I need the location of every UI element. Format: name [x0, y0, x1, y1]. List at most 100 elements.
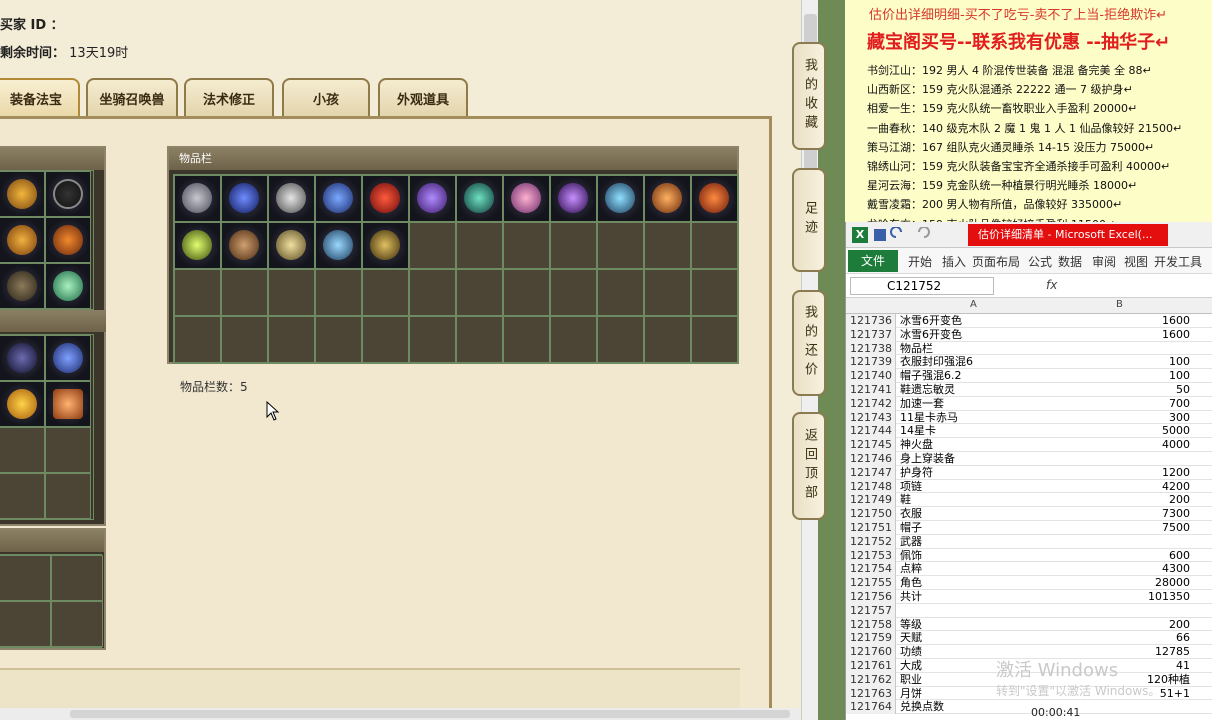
tab-mount-summon[interactable]: 坐骑召唤兽 [86, 78, 178, 116]
table-row[interactable]: 121756 共计 101350 [846, 589, 1212, 604]
table-row[interactable]: 121754 点粹 4300 [846, 562, 1212, 577]
table-row[interactable]: 121749 鞋 200 [846, 493, 1212, 508]
cell-a[interactable]: 14星卡 [900, 424, 1050, 438]
inventory-slot-empty[interactable] [362, 316, 409, 363]
cell-a[interactable]: 11星卡赤马 [900, 411, 1050, 425]
tab-child[interactable]: 小孩 [282, 78, 370, 116]
cell-b[interactable]: 5000 [1050, 424, 1190, 438]
inventory-slot-empty[interactable] [409, 269, 456, 316]
cell-a[interactable]: 项链 [900, 480, 1050, 494]
cell-b[interactable]: 1600 [1050, 328, 1190, 342]
cell-a[interactable]: 加速一套 [900, 397, 1050, 411]
cell-b[interactable]: 7300 [1050, 507, 1190, 521]
inventory-item[interactable] [315, 175, 362, 222]
cell-a[interactable]: 武器 [900, 535, 1050, 549]
slot-empty[interactable] [0, 601, 51, 647]
ribbon-tab-insert[interactable]: 插入 [942, 253, 966, 270]
cell-b[interactable]: 50 [1050, 383, 1190, 397]
inventory-slot-empty[interactable] [315, 269, 362, 316]
cell-b[interactable]: 100 [1050, 369, 1190, 383]
counter-offer-button[interactable]: 我的还价 [792, 290, 826, 396]
ribbon-tab-formula[interactable]: 公式 [1028, 253, 1052, 270]
slot-empty[interactable] [0, 427, 45, 473]
inventory-item[interactable] [597, 175, 644, 222]
table-row[interactable]: 121759 天赋 66 [846, 631, 1212, 646]
cell-b[interactable]: 101350 [1050, 590, 1190, 604]
cell-a[interactable]: 天赋 [900, 631, 1050, 645]
inventory-item[interactable] [221, 175, 268, 222]
inventory-item[interactable] [315, 222, 362, 269]
table-row[interactable]: 121746 身上穿装备 [846, 451, 1212, 466]
inventory-item[interactable] [550, 175, 597, 222]
table-row[interactable]: 121757 [846, 603, 1212, 618]
inventory-item[interactable] [174, 175, 221, 222]
cell-a[interactable]: 护身符 [900, 466, 1050, 480]
inventory-item[interactable] [691, 175, 738, 222]
cell-b[interactable]: 4200 [1050, 480, 1190, 494]
table-row[interactable]: 121736 冰雪6开变色 1600 [846, 314, 1212, 328]
cell-a[interactable]: 共计 [900, 590, 1050, 604]
table-row[interactable]: 121745 神火盘 4000 [846, 438, 1212, 452]
inventory-slot-empty[interactable] [503, 222, 550, 269]
table-row[interactable]: 121738 物品栏 [846, 341, 1212, 356]
table-row[interactable]: 121748 项链 4200 [846, 479, 1212, 494]
inventory-item[interactable] [644, 175, 691, 222]
inventory-slot-empty[interactable] [268, 316, 315, 363]
inventory-slot-empty[interactable] [597, 316, 644, 363]
inventory-slot-empty[interactable] [362, 269, 409, 316]
cell-a[interactable]: 点粹 [900, 562, 1050, 576]
ribbon-tab-developer[interactable]: 开发工具 [1154, 253, 1202, 270]
inventory-slot-empty[interactable] [644, 316, 691, 363]
table-row[interactable]: 121747 护身符 1200 [846, 465, 1212, 480]
cell-b[interactable]: 66 [1050, 631, 1190, 645]
cell-b[interactable]: 600 [1050, 549, 1190, 563]
inventory-slot-empty[interactable] [456, 269, 503, 316]
inventory-slot-empty[interactable] [174, 316, 221, 363]
column-a-header[interactable]: A [970, 299, 977, 310]
inventory-item[interactable] [362, 222, 409, 269]
file-tab[interactable]: 文件 [848, 250, 898, 272]
ribbon-tab-review[interactable]: 审阅 [1092, 253, 1116, 270]
cell-b[interactable]: 28000 [1050, 576, 1190, 590]
cell-a[interactable]: 衣服 [900, 507, 1050, 521]
footprint-button[interactable]: 足迹 [792, 168, 826, 272]
slot-ring[interactable] [0, 217, 45, 263]
cell-a[interactable]: 帽子 [900, 521, 1050, 535]
table-row[interactable]: 121742 加速一套 700 [846, 396, 1212, 411]
table-row[interactable]: 121751 帽子 7500 [846, 520, 1212, 535]
inventory-slot-empty[interactable] [691, 269, 738, 316]
ribbon-tab-layout[interactable]: 页面布局 [972, 253, 1020, 270]
slot-empty[interactable] [51, 555, 103, 601]
slot-gem-purple[interactable] [0, 335, 45, 381]
inventory-slot-empty[interactable] [268, 269, 315, 316]
inventory-slot-empty[interactable] [503, 316, 550, 363]
table-row[interactable]: 121743 11星卡赤马 300 [846, 410, 1212, 425]
slot-orb[interactable] [45, 263, 91, 309]
inventory-slot-empty[interactable] [691, 316, 738, 363]
inventory-item[interactable] [362, 175, 409, 222]
tab-equipment[interactable]: 装备法宝 [0, 78, 80, 116]
inventory-slot-empty[interactable] [456, 316, 503, 363]
table-row[interactable]: 121744 14星卡 5000 [846, 424, 1212, 439]
cell-a[interactable]: 身上穿装备 [900, 452, 1050, 466]
fx-icon[interactable]: fx [1046, 278, 1057, 292]
cell-b[interactable]: 7500 [1050, 521, 1190, 535]
slot-flame[interactable] [0, 381, 45, 427]
table-row[interactable]: 121758 等级 200 [846, 617, 1212, 632]
table-row[interactable]: 121764 兑换点数 [846, 700, 1212, 715]
cell-a[interactable]: 物品栏 [900, 342, 1050, 356]
cell-a[interactable]: 角色 [900, 576, 1050, 590]
inventory-item[interactable] [503, 175, 550, 222]
table-row[interactable]: 121750 衣服 7300 [846, 507, 1212, 521]
inventory-slot-empty[interactable] [315, 316, 362, 363]
slot-empty[interactable] [45, 473, 91, 519]
slot-helmet[interactable] [0, 171, 45, 217]
name-box[interactable]: C121752 [850, 277, 994, 295]
cell-a[interactable]: 神火盘 [900, 438, 1050, 452]
inventory-slot-empty[interactable] [409, 222, 456, 269]
inventory-slot-empty[interactable] [550, 316, 597, 363]
table-row[interactable]: 121753 佩饰 600 [846, 548, 1212, 563]
slot-empty[interactable] [0, 473, 45, 519]
slot-empty[interactable] [51, 601, 103, 647]
column-b-header[interactable]: B [1116, 299, 1123, 310]
